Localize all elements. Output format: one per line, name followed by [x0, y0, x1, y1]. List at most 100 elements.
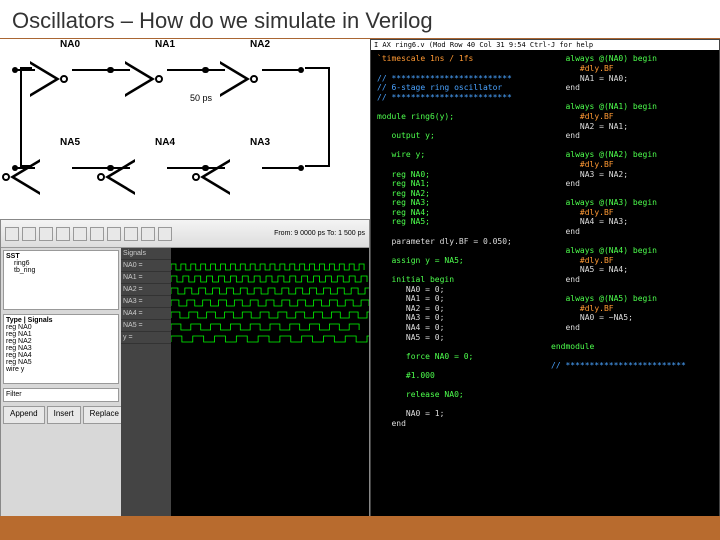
toolbar-button[interactable] — [107, 227, 121, 241]
toolbar-button[interactable] — [90, 227, 104, 241]
code-line: force NA0 = 0; — [377, 352, 539, 362]
waveform-trace — [171, 310, 369, 320]
code-line: // 6-stage ring oscillator — [377, 83, 539, 93]
editor-statusbar: I AX ring6.v (Mod Row 40 Col 31 9:54 Ctr… — [371, 40, 719, 50]
code-line: endmodule — [551, 342, 713, 352]
toolbar-button[interactable] — [5, 227, 19, 241]
toolbar-button[interactable] — [73, 227, 87, 241]
code-line — [377, 265, 539, 275]
code-line: end — [377, 419, 539, 429]
code-line: always @(NA2) begin — [551, 150, 713, 160]
code-line: // ************************* — [551, 361, 713, 371]
signal-row[interactable]: NA1 = — [121, 272, 171, 284]
type-item[interactable]: reg NA3 — [6, 345, 116, 352]
tree-header: SST — [6, 253, 116, 260]
type-header: Type | Signals — [6, 317, 116, 324]
code-editor[interactable]: I AX ring6.v (Mod Row 40 Col 31 9:54 Ctr… — [370, 39, 720, 519]
signal-row[interactable]: NA0 = — [121, 260, 171, 272]
code-line: NA1 = NA0; — [551, 74, 713, 84]
type-item[interactable]: reg NA4 — [6, 352, 116, 359]
code-line: NA5 = 0; — [377, 333, 539, 343]
footer-bar — [0, 516, 720, 540]
code-line — [551, 352, 713, 362]
tree-item[interactable]: ring6 — [6, 260, 116, 267]
code-line — [551, 333, 713, 343]
code-line: NA3 = 0; — [377, 313, 539, 323]
append-button[interactable]: Append — [3, 406, 45, 424]
left-column: NA0 NA1 NA2 NA5 N — [0, 39, 370, 519]
code-line: output y; — [377, 131, 539, 141]
code-line: always @(NA1) begin — [551, 102, 713, 112]
wave-display[interactable]: SignalsNA0 =NA1 =NA2 =NA3 =NA4 =NA5 =y = — [121, 248, 369, 518]
code-line: end — [551, 131, 713, 141]
code-line — [377, 64, 539, 74]
gate-label: NA4 — [155, 137, 175, 148]
code-line — [377, 102, 539, 112]
type-item[interactable]: reg NA0 — [6, 324, 116, 331]
type-item[interactable]: reg NA1 — [6, 331, 116, 338]
code-line: parameter dly.BF = 0.050; — [377, 237, 539, 247]
code-line: end — [551, 275, 713, 285]
code-line — [551, 189, 713, 199]
gate-label: NA0 — [60, 39, 80, 50]
waveform-trace — [171, 322, 369, 332]
toolbar-button[interactable] — [56, 227, 70, 241]
waveform-trace — [171, 334, 369, 344]
code-line — [377, 381, 539, 391]
code-line — [377, 246, 539, 256]
toolbar-button[interactable] — [158, 227, 172, 241]
code-line: end — [551, 227, 713, 237]
tree-item[interactable]: tb_ring — [6, 267, 116, 274]
code-line: assign y = NA5; — [377, 256, 539, 266]
code-line: reg NA4; — [377, 208, 539, 218]
type-item[interactable]: reg NA2 — [6, 338, 116, 345]
code-line: reg NA2; — [377, 189, 539, 199]
code-line: always @(NA3) begin — [551, 198, 713, 208]
toolbar-button[interactable] — [39, 227, 53, 241]
insert-button[interactable]: Insert — [47, 406, 81, 424]
code-line — [377, 342, 539, 352]
code-line: reg NA1; — [377, 179, 539, 189]
code-line: // ************************* — [377, 74, 539, 84]
delay-label: 50 ps — [190, 93, 212, 103]
type-item[interactable]: reg NA5 — [6, 359, 116, 366]
code-line: #dly.BF — [551, 256, 713, 266]
code-line: NA2 = NA1; — [551, 122, 713, 132]
toolbar-button[interactable] — [22, 227, 36, 241]
code-line: NA0 = ~NA5; — [551, 313, 713, 323]
code-line: #dly.BF — [551, 64, 713, 74]
code-line: NA4 = NA3; — [551, 217, 713, 227]
signal-row[interactable]: NA5 = — [121, 320, 171, 332]
hierarchy-tree[interactable]: SST ring6tb_ring — [3, 250, 119, 310]
signal-row[interactable]: y = — [121, 332, 171, 344]
toolbar-button[interactable] — [124, 227, 138, 241]
waveform-trace — [171, 262, 369, 272]
code-line: #dly.BF — [551, 112, 713, 122]
signal-row[interactable]: NA2 = — [121, 284, 171, 296]
code-line: NA0 = 1; — [377, 409, 539, 419]
code-line: always @(NA0) begin — [551, 54, 713, 64]
inverter-gate: NA0 — [30, 51, 125, 111]
code-line — [551, 93, 713, 103]
code-line — [551, 237, 713, 247]
type-signals[interactable]: Type | Signals reg NA0reg NA1reg NA2reg … — [3, 314, 119, 384]
code-line: NA1 = 0; — [377, 294, 539, 304]
signal-row[interactable]: NA3 = — [121, 296, 171, 308]
code-line: initial begin — [377, 275, 539, 285]
code-line — [551, 285, 713, 295]
replace-button[interactable]: Replace — [83, 406, 126, 424]
code-line: always @(NA5) begin — [551, 294, 713, 304]
toolbar-button[interactable] — [141, 227, 155, 241]
signal-row[interactable]: NA4 = — [121, 308, 171, 320]
wave-toolbar: From: 9 0000 ps To: 1 500 ps — [1, 220, 369, 248]
code-line: NA4 = 0; — [377, 323, 539, 333]
type-item[interactable]: wire y — [6, 366, 116, 373]
gate-label: NA1 — [155, 39, 175, 50]
slide-title: Oscillators – How do we simulate in Veri… — [0, 0, 720, 39]
code-line: NA3 = NA2; — [551, 170, 713, 180]
code-line: NA0 = 0; — [377, 285, 539, 295]
time-range: From: 9 0000 ps To: 1 500 ps — [274, 230, 365, 237]
code-line: reg NA3; — [377, 198, 539, 208]
filter-box[interactable]: Filter — [3, 388, 119, 402]
code-line: `timescale 1ns / 1fs — [377, 54, 539, 64]
